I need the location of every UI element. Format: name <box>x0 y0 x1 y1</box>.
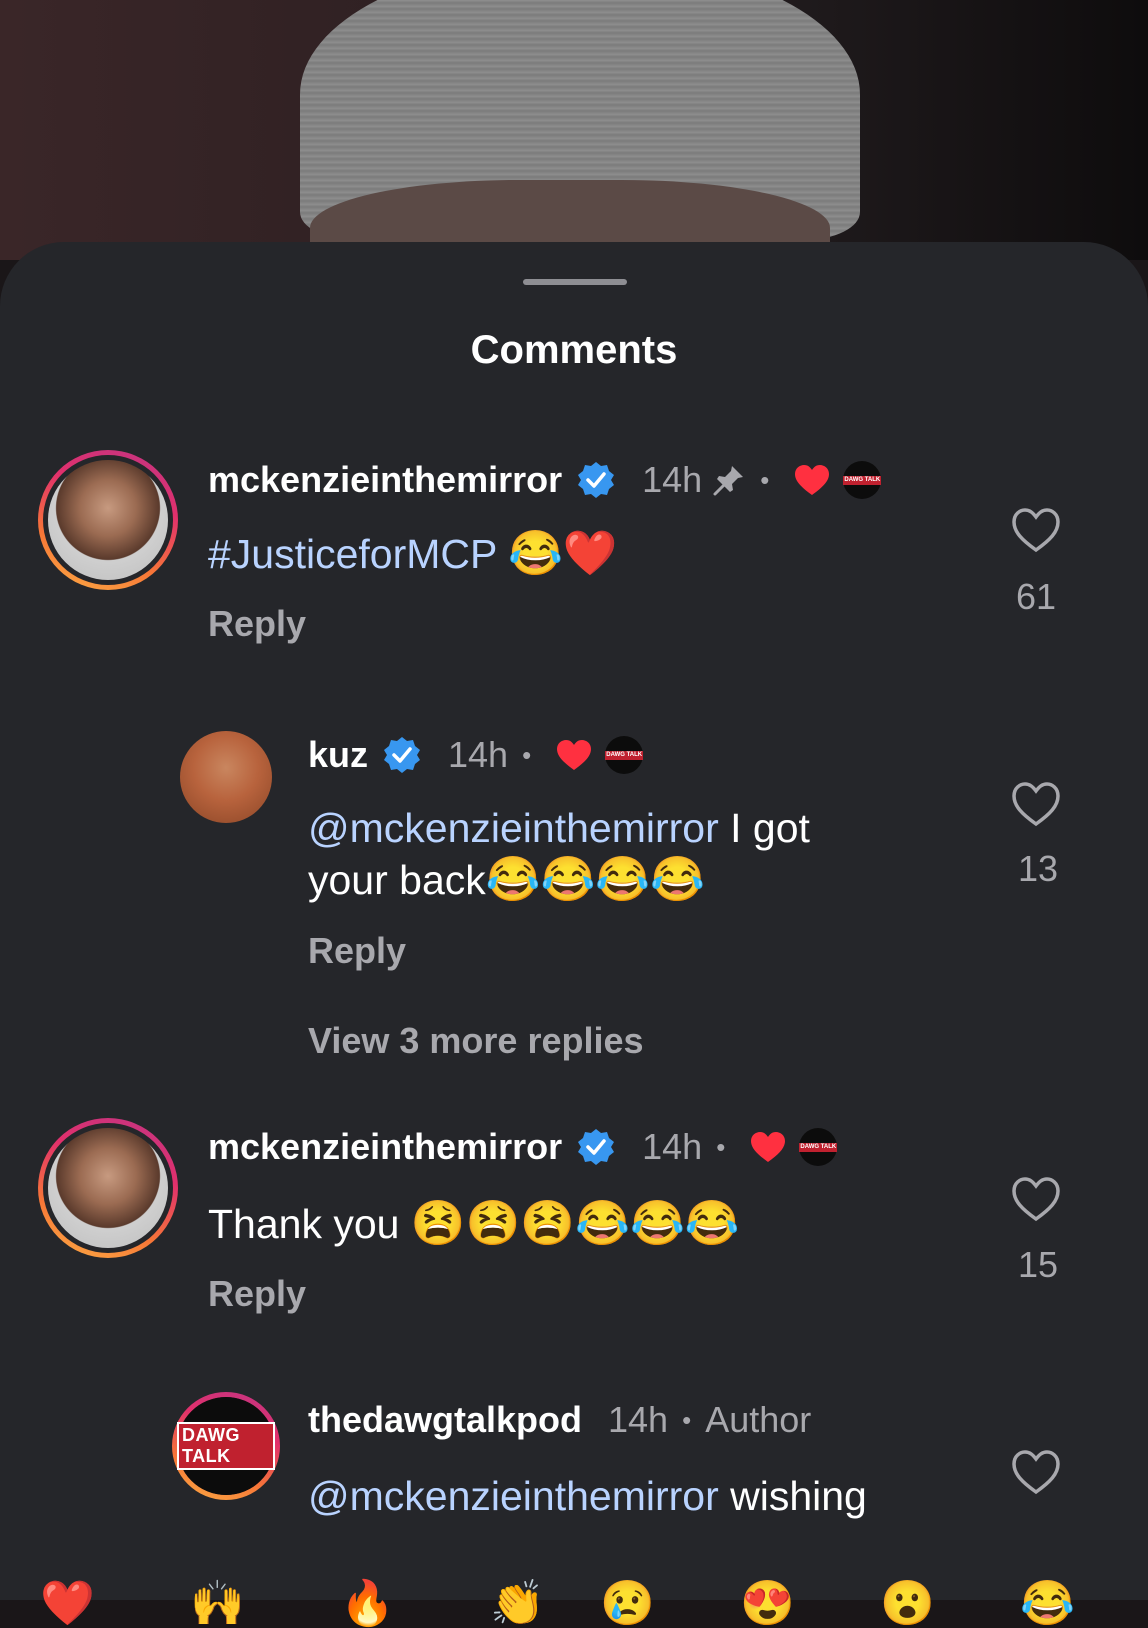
mention-link[interactable]: @mckenzieinthemirror <box>308 805 719 851</box>
avatar[interactable]: DAWG TALK <box>172 1392 280 1500</box>
comment-body: Thank you 😫😫😫😂😂😂 <box>208 1198 740 1250</box>
quick-reaction-bar: ❤️ 🙌 🔥 👏 😢 😍 😮 😂 <box>0 1582 1148 1626</box>
verified-badge-icon <box>578 462 615 498</box>
comment-body: @mckenzieinthemirror wishing <box>308 1470 867 1522</box>
like-heart-icon[interactable] <box>1010 780 1062 828</box>
avatar[interactable] <box>38 450 178 590</box>
comment-body: #JusticeforMCP 😂❤️ <box>208 528 618 580</box>
reply-button[interactable]: Reply <box>208 603 306 645</box>
mention-link[interactable]: @mckenzieinthemirror <box>308 1473 719 1519</box>
comment-body: @mckenzieinthemirror I got your back😂😂😂😂 <box>308 802 968 906</box>
reaction-heart[interactable]: ❤️ <box>40 1582 95 1626</box>
comment-emojis: 😂❤️ <box>508 529 618 578</box>
comment-username[interactable]: mckenzieinthemirror <box>208 459 562 501</box>
separator-dot: • <box>716 1131 726 1162</box>
reaction-surprised[interactable]: 😮 <box>880 1582 935 1626</box>
reaction-heart-eyes[interactable]: 😍 <box>740 1582 795 1626</box>
reply-button[interactable]: Reply <box>208 1273 306 1315</box>
comment-text: Thank you <box>208 1201 400 1247</box>
comments-sheet: Comments mckenzieinthemirror 14h • DAWG … <box>0 242 1148 1600</box>
video-background <box>0 0 1148 260</box>
verified-badge-icon <box>578 1129 615 1165</box>
avatar[interactable] <box>180 731 272 823</box>
creator-avatar-badge: DAWG TALK <box>843 461 882 499</box>
comment-time: 14h <box>608 1399 669 1440</box>
creator-avatar-badge: DAWG TALK <box>605 736 644 774</box>
separator-dot: • <box>682 1404 692 1435</box>
like-heart-icon[interactable] <box>1010 1448 1062 1496</box>
author-label: Author <box>705 1399 812 1440</box>
hashtag-link[interactable]: #JusticeforMCP <box>208 531 497 577</box>
reply-button[interactable]: Reply <box>308 930 406 972</box>
comment-time: 14h <box>642 459 703 500</box>
comment-username[interactable]: mckenzieinthemirror <box>208 1126 562 1168</box>
creator-liked-heart-icon <box>751 1132 786 1162</box>
dawg-talk-logo: DAWG TALK <box>177 1422 275 1470</box>
like-count: 13 <box>1017 848 1059 889</box>
reaction-fire[interactable]: 🔥 <box>340 1582 395 1626</box>
comment-text: your back <box>308 857 486 903</box>
pin-icon <box>713 466 744 496</box>
comment-emojis: 😂😂😂😂 <box>485 855 705 904</box>
avatar[interactable] <box>38 1118 178 1258</box>
sheet-title: Comments <box>470 328 678 372</box>
comment-username[interactable]: kuz <box>308 734 368 776</box>
creator-liked-heart-icon <box>557 740 592 770</box>
like-heart-icon[interactable] <box>1010 1175 1062 1223</box>
comment-text: wishing <box>718 1473 867 1519</box>
comment-username[interactable]: thedawgtalkpod <box>308 1399 582 1441</box>
reaction-laugh[interactable]: 😂 <box>1020 1582 1075 1626</box>
comment-time: 14h <box>448 734 509 775</box>
comment-text: I got <box>718 805 810 851</box>
like-heart-icon[interactable] <box>1010 506 1062 554</box>
verified-badge-icon <box>384 737 421 773</box>
creator-liked-heart-icon <box>795 465 830 495</box>
like-count: 15 <box>1017 1244 1059 1285</box>
reaction-hands[interactable]: 🙌 <box>190 1582 245 1626</box>
separator-dot: • <box>760 464 770 495</box>
view-more-replies-button[interactable]: View 3 more replies <box>308 1020 644 1062</box>
creator-avatar-badge: DAWG TALK <box>799 1128 838 1166</box>
separator-dot: • <box>522 739 532 770</box>
comment-emojis: 😫😫😫😂😂😂 <box>410 1199 740 1248</box>
comment-time: 14h <box>642 1126 703 1167</box>
reaction-clap[interactable]: 👏 <box>490 1582 545 1626</box>
reaction-cry[interactable]: 😢 <box>600 1582 655 1626</box>
like-count: 61 <box>1015 576 1057 617</box>
drag-handle[interactable] <box>523 279 627 285</box>
